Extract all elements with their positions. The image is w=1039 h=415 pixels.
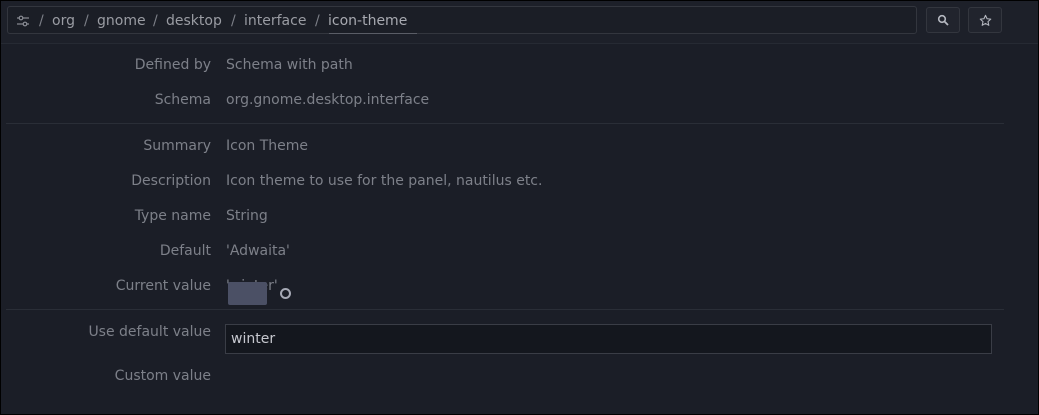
- type-name-label: Type name: [134, 208, 211, 224]
- dconf-editor-window: / org / gnome / desktop / interface / ic…: [0, 0, 1039, 415]
- settings-sliders-icon: [17, 15, 29, 27]
- current-value-label: Current value: [115, 278, 211, 294]
- schema-value: org.gnome.desktop.interface: [226, 92, 430, 108]
- defined-by-value: Schema with path: [226, 57, 353, 73]
- custom-value-input[interactable]: [225, 324, 992, 354]
- search-button[interactable]: [926, 7, 960, 33]
- search-icon: [937, 14, 949, 26]
- use-default-label: Use default value: [88, 324, 211, 340]
- summary-value: Icon Theme: [226, 138, 309, 154]
- section-divider: [6, 309, 1004, 310]
- path-segment-desktop[interactable]: desktop: [166, 13, 222, 29]
- path-segment-org[interactable]: org: [52, 13, 75, 29]
- path-segment-interface[interactable]: interface: [244, 13, 306, 29]
- use-default-switch[interactable]: [228, 282, 267, 305]
- header-bar: / org / gnome / desktop / interface / ic…: [1, 1, 1038, 44]
- default-value: 'Adwaita': [226, 243, 290, 259]
- bookmark-button[interactable]: [968, 7, 1002, 33]
- key-properties-panel: Defined by Schema with path Schema org.g…: [1, 44, 1038, 414]
- path-separator: /: [84, 13, 89, 29]
- switch-off-indicator-icon: [280, 288, 291, 299]
- type-name-value: String: [226, 208, 268, 224]
- summary-label: Summary: [143, 138, 211, 154]
- path-separator: /: [315, 13, 320, 29]
- defined-by-label: Defined by: [134, 57, 211, 73]
- star-icon: [979, 14, 991, 26]
- default-label: Default: [159, 243, 211, 259]
- description-label: Description: [131, 173, 211, 189]
- current-segment-underline: [329, 33, 417, 34]
- custom-value-label: Custom value: [114, 368, 211, 384]
- path-separator: /: [231, 13, 236, 29]
- path-separator: /: [39, 13, 44, 29]
- description-value: Icon theme to use for the panel, nautilu…: [226, 173, 543, 189]
- path-segment-gnome[interactable]: gnome: [97, 13, 146, 29]
- schema-label: Schema: [154, 92, 211, 108]
- path-segment-icon-theme[interactable]: icon-theme: [328, 13, 407, 29]
- section-divider: [6, 123, 1004, 124]
- path-separator: /: [153, 13, 158, 29]
- path-bar[interactable]: / org / gnome / desktop / interface / ic…: [7, 6, 917, 34]
